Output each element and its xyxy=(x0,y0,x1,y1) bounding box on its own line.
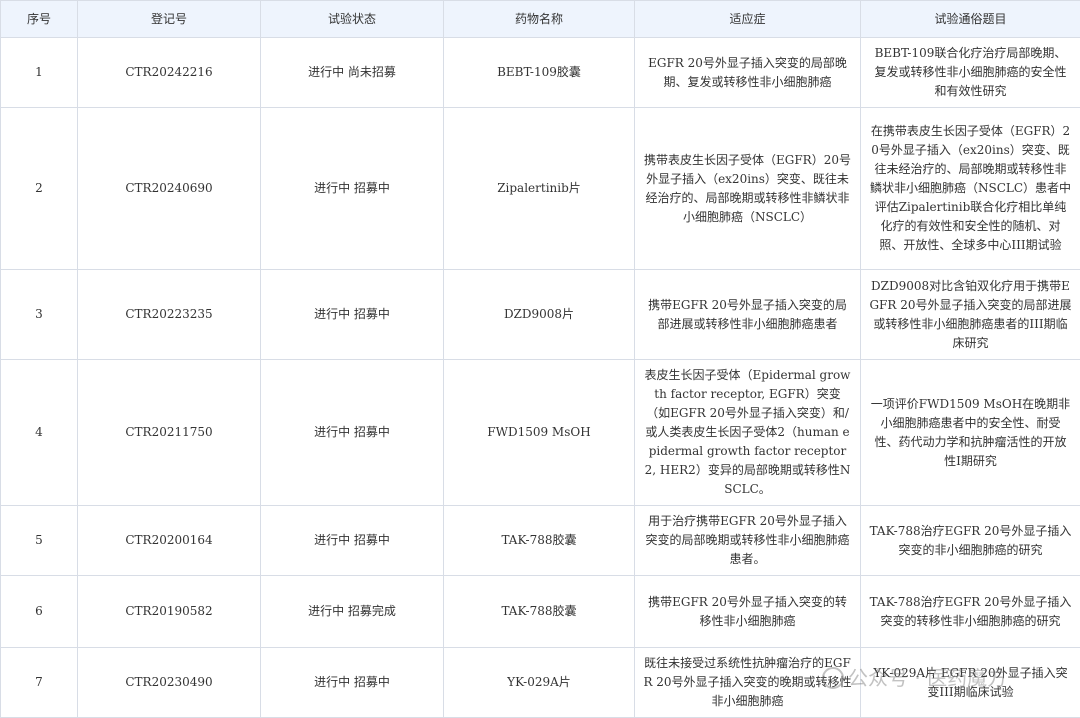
cell-title: YK-029A片 EGFR 20外显子插入突变III期临床试验 xyxy=(860,647,1080,718)
cell-no: 2 xyxy=(0,107,78,270)
cell-indication: EGFR 20号外显子插入突变的局部晚期、复发或转移性非小细胞肺癌 xyxy=(634,37,861,108)
cell-drug: YK-029A片 xyxy=(443,647,635,718)
cell-drug: TAK-788胶囊 xyxy=(443,575,635,648)
cell-drug: Zipalertinib片 xyxy=(443,107,635,270)
cell-indication: 携带表皮生长因子受体（EGFR）20号外显子插入（ex20ins）突变、既往未经… xyxy=(634,107,861,270)
cell-status: 进行中 招募中 xyxy=(260,647,444,718)
cell-indication: 表皮生长因子受体（Epidermal growth factor recepto… xyxy=(634,359,861,506)
header-status: 试验状态 xyxy=(260,0,444,38)
cell-title: 在携带表皮生长因子受体（EGFR）20号外显子插入（ex20ins）突变、既往未… xyxy=(860,107,1080,270)
table-row: 7 CTR20230490 进行中 招募中 YK-029A片 既往未接受过系统性… xyxy=(0,647,1080,718)
cell-no: 7 xyxy=(0,647,78,718)
cell-status: 进行中 招募中 xyxy=(260,505,444,576)
cell-no: 5 xyxy=(0,505,78,576)
cell-status: 进行中 招募完成 xyxy=(260,575,444,648)
table-row: 2 CTR20240690 进行中 招募中 Zipalertinib片 携带表皮… xyxy=(0,107,1080,270)
cell-registration: CTR20230490 xyxy=(77,647,261,718)
cell-drug: FWD1509 MsOH xyxy=(443,359,635,506)
table-header: 序号 登记号 试验状态 药物名称 适应症 试验通俗题目 xyxy=(0,0,1080,38)
cell-no: 1 xyxy=(0,37,78,108)
cell-registration: CTR20223235 xyxy=(77,269,261,360)
cell-no: 3 xyxy=(0,269,78,360)
cell-registration: CTR20190582 xyxy=(77,575,261,648)
table-body: 1 CTR20242216 进行中 尚未招募 BEBT-109胶囊 EGFR 2… xyxy=(0,37,1080,718)
header-indication: 适应症 xyxy=(634,0,861,38)
trials-table: 序号 登记号 试验状态 药物名称 适应症 试验通俗题目 1 CTR2024221… xyxy=(0,0,1080,718)
cell-drug: DZD9008片 xyxy=(443,269,635,360)
cell-indication: 携带EGFR 20号外显子插入突变的局部进展或转移性非小细胞肺癌患者 xyxy=(634,269,861,360)
cell-registration: CTR20200164 xyxy=(77,505,261,576)
cell-status: 进行中 招募中 xyxy=(260,107,444,270)
cell-title: DZD9008对比含铂双化疗用于携带EGFR 20号外显子插入突变的局部进展或转… xyxy=(860,269,1080,360)
cell-drug: TAK-788胶囊 xyxy=(443,505,635,576)
cell-no: 6 xyxy=(0,575,78,648)
table-row: 3 CTR20223235 进行中 招募中 DZD9008片 携带EGFR 20… xyxy=(0,269,1080,360)
cell-indication: 用于治疗携带EGFR 20号外显子插入突变的局部晚期或转移性非小细胞肺癌患者。 xyxy=(634,505,861,576)
cell-indication: 既往未接受过系统性抗肿瘤治疗的EGFR 20号外显子插入突变的晚期或转移性非小细… xyxy=(634,647,861,718)
cell-registration: CTR20242216 xyxy=(77,37,261,108)
header-registration: 登记号 xyxy=(77,0,261,38)
header-row: 序号 登记号 试验状态 药物名称 适应症 试验通俗题目 xyxy=(0,0,1080,38)
table-row: 5 CTR20200164 进行中 招募中 TAK-788胶囊 用于治疗携带EG… xyxy=(0,505,1080,576)
table-row: 6 CTR20190582 进行中 招募完成 TAK-788胶囊 携带EGFR … xyxy=(0,575,1080,648)
table-row: 4 CTR20211750 进行中 招募中 FWD1509 MsOH 表皮生长因… xyxy=(0,359,1080,506)
cell-title: TAK-788治疗EGFR 20号外显子插入突变的非小细胞肺癌的研究 xyxy=(860,505,1080,576)
cell-title: TAK-788治疗EGFR 20号外显子插入突变的转移性非小细胞肺癌的研究 xyxy=(860,575,1080,648)
cell-status: 进行中 招募中 xyxy=(260,359,444,506)
cell-status: 进行中 尚未招募 xyxy=(260,37,444,108)
header-no: 序号 xyxy=(0,0,78,38)
header-title: 试验通俗题目 xyxy=(860,0,1080,38)
table-row: 1 CTR20242216 进行中 尚未招募 BEBT-109胶囊 EGFR 2… xyxy=(0,37,1080,108)
cell-registration: CTR20240690 xyxy=(77,107,261,270)
cell-registration: CTR20211750 xyxy=(77,359,261,506)
cell-no: 4 xyxy=(0,359,78,506)
header-drug: 药物名称 xyxy=(443,0,635,38)
cell-status: 进行中 招募中 xyxy=(260,269,444,360)
cell-title: 一项评价FWD1509 MsOH在晚期非小细胞肺癌患者中的安全性、耐受性、药代动… xyxy=(860,359,1080,506)
cell-indication: 携带EGFR 20号外显子插入突变的转移性非小细胞肺癌 xyxy=(634,575,861,648)
cell-drug: BEBT-109胶囊 xyxy=(443,37,635,108)
cell-title: BEBT-109联合化疗治疗局部晚期、复发或转移性非小细胞肺癌的安全性和有效性研… xyxy=(860,37,1080,108)
